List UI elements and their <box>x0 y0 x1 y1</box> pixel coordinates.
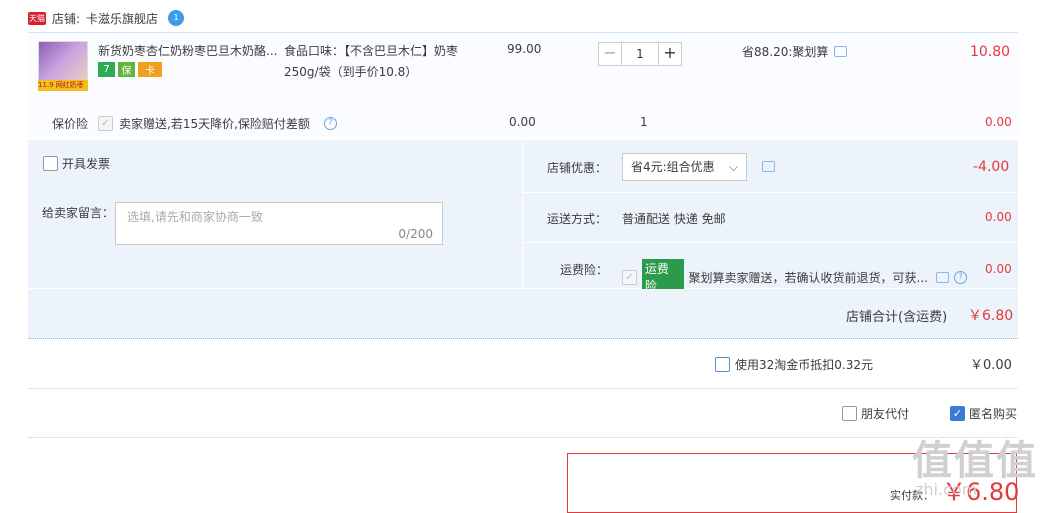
discount-text: 省88.20:聚划算 <box>742 45 829 59</box>
message-char-counter: 0/200 <box>398 227 433 241</box>
seven-day-return-icon[interactable]: 7 <box>98 62 115 77</box>
insurance-description: 卖家赠送,若15天降价,保险赔付差额 <box>119 117 310 131</box>
anonymous-label: 匿名购买 <box>969 407 1018 421</box>
friend-pay-label: 朋友代付 <box>861 407 910 421</box>
freight-insurance-amount: 0.00 <box>985 262 1012 276</box>
store-total-value: ￥6.80 <box>968 308 1014 324</box>
insurance-qty: 1 <box>640 115 648 129</box>
coins-label: 使用32淘金币抵扣0.32元 <box>735 358 873 372</box>
friend-pay-checkbox[interactable] <box>842 406 857 421</box>
store-promo-select[interactable]: 省4元:组合优惠 ⌵ <box>622 153 747 181</box>
insurance-checkbox[interactable]: ✓ <box>98 116 113 131</box>
insurance-price: 0.00 <box>509 115 536 129</box>
site-watermark-url: zhi.com <box>915 480 978 499</box>
freight-insurance-checkbox[interactable]: ✓ <box>622 269 637 285</box>
invoice-checkbox[interactable] <box>43 156 58 171</box>
card-payment-icon[interactable]: 卡 <box>138 62 162 77</box>
item-discount: 省88.20:聚划算 <box>742 43 848 60</box>
site-watermark: 值值值 <box>912 438 1038 484</box>
insurance-help-icon[interactable]: ? <box>323 117 337 130</box>
freight-insurance-description: 聚划算卖家赠送，若确认收货前退货，可获... <box>688 270 928 285</box>
sku-line-2: 250g/袋（到手价10.8） <box>284 65 418 79</box>
store-header: 天猫 店铺: 卡滋乐旗舰店 1 <box>28 8 185 28</box>
quantity-stepper: − 1 + <box>598 42 682 66</box>
freight-insurance-info-icon[interactable] <box>936 271 950 283</box>
coins-checkbox[interactable] <box>715 357 730 372</box>
divider <box>28 388 1018 389</box>
seller-message-textarea[interactable]: 选填,请先和商家协商一致 0/200 <box>115 202 443 245</box>
options-row-divider <box>523 242 1018 243</box>
service-icons: 7 保 卡 <box>98 62 165 77</box>
insurance-option: ✓ 卖家赠送,若15天降价,保险赔付差额 ? <box>98 115 337 132</box>
shipping-label: 运送方式： <box>547 212 608 226</box>
store-label: 店铺: <box>52 11 81 26</box>
freight-insurance-help-icon[interactable]: ? <box>954 270 967 284</box>
sku-line-1: 食品口味：【不含巴旦木仁】奶枣 <box>284 44 459 58</box>
options-divider <box>522 140 523 288</box>
shipping-method: 普通配送 快递 免邮 <box>622 212 726 226</box>
invoice-label: 开具发票 <box>62 157 111 171</box>
coins-value: ￥0.00 <box>970 358 1012 373</box>
taobao-coins-option[interactable]: 使用32淘金币抵扣0.32元 <box>715 356 873 373</box>
item-subtotal: 10.80 <box>970 44 1011 60</box>
store-name-link[interactable]: 卡滋乐旗舰店 <box>86 10 158 27</box>
invoice-option[interactable]: 开具发票 <box>43 155 110 172</box>
guarantee-icon[interactable]: 保 <box>118 62 135 77</box>
quantity-minus-button[interactable]: − <box>598 42 622 66</box>
discount-info-icon[interactable] <box>834 46 848 57</box>
product-title-link[interactable]: 新货奶枣杏仁奶粉枣巴旦木奶酪... <box>98 42 278 59</box>
friend-pay-option[interactable]: 朋友代付 <box>842 405 909 422</box>
store-total-label: 店铺合计(含运费) <box>846 310 948 325</box>
promo-selected: 省4元:组合优惠 <box>631 160 715 174</box>
divider <box>28 437 1018 438</box>
promo-amount: -4.00 <box>973 159 1010 175</box>
message-placeholder: 选填,请先和商家协商一致 <box>127 210 263 224</box>
unit-price: 99.00 <box>507 42 542 56</box>
quantity-input[interactable]: 1 <box>622 42 658 66</box>
promo-info-icon[interactable] <box>762 161 775 172</box>
promo-label: 店铺优惠： <box>547 161 608 175</box>
anonymous-purchase-option[interactable]: ✓ 匿名购买 <box>950 405 1017 422</box>
quantity-plus-button[interactable]: + <box>658 42 682 66</box>
wangwang-chat-icon[interactable]: 1 <box>168 10 185 26</box>
anonymous-checkbox[interactable]: ✓ <box>950 406 965 421</box>
options-row-divider <box>523 192 1018 193</box>
insurance-total: 0.00 <box>985 115 1012 129</box>
insurance-label: 保价险 <box>52 117 89 131</box>
tmall-badge-icon: 天猫 <box>28 11 46 25</box>
thumbnail-promo-tag: 11.9 网红奶枣 <box>38 80 88 91</box>
shipping-amount: 0.00 <box>985 210 1012 224</box>
freight-insurance-label: 运费险： <box>560 263 609 277</box>
chevron-down-icon: ⌵ <box>728 160 738 174</box>
message-label: 给卖家留言： <box>42 206 115 220</box>
